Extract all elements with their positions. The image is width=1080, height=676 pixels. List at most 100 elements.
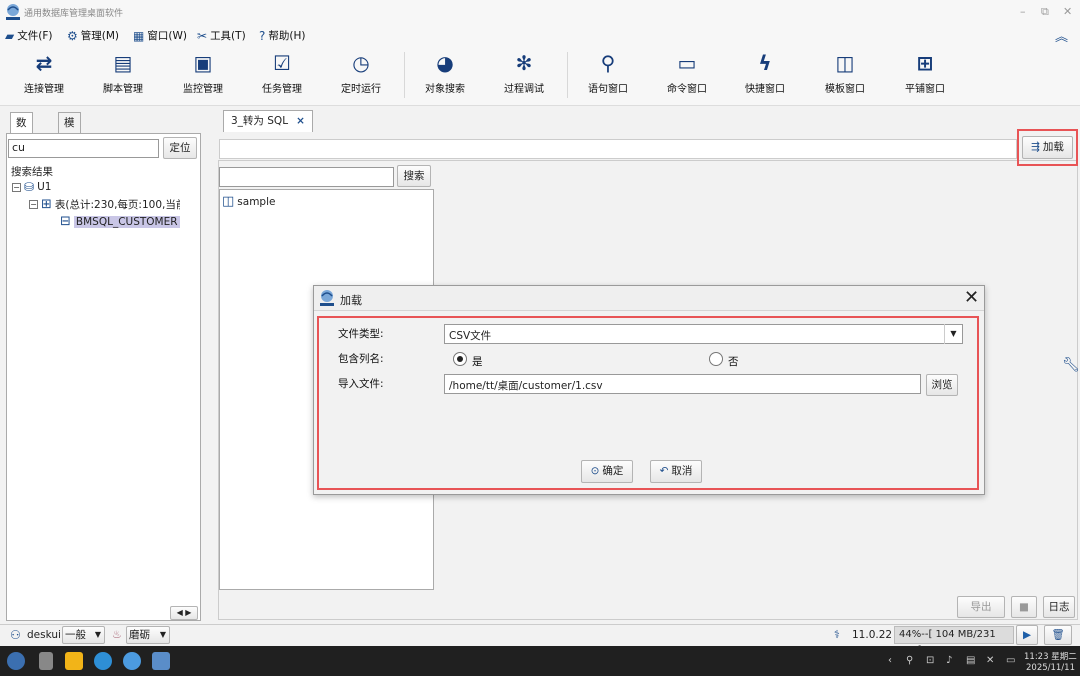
header-yes-label: 是 xyxy=(472,356,483,368)
tray-keyboard-icon[interactable]: ▤ xyxy=(966,655,975,666)
db-app-icon[interactable] xyxy=(152,652,170,670)
toolbar-command-window[interactable]: ▭ 命令窗口 xyxy=(654,50,720,102)
list-item[interactable]: ◫ sample xyxy=(222,194,275,209)
header-yes-radio[interactable] xyxy=(453,352,467,366)
minimize-button[interactable]: – xyxy=(1020,5,1026,18)
search-icon: ⚲ xyxy=(600,51,616,75)
clock-time: 11:23 星期二 xyxy=(1024,652,1077,662)
trash-icon[interactable]: 🗑︎ xyxy=(1044,625,1072,645)
assistant-icon[interactable] xyxy=(123,652,141,670)
app-logo-icon xyxy=(320,290,334,306)
undo-icon: ↶ xyxy=(659,465,669,477)
dialog-close-icon[interactable]: ✕ xyxy=(964,287,979,308)
object-search-input[interactable] xyxy=(219,167,394,187)
tree-table-label: BMSQL_CUSTOMER xyxy=(73,215,180,228)
tab-database[interactable]: 数据库 xyxy=(10,112,33,169)
header-no-label: 否 xyxy=(728,356,739,368)
tray-network-icon[interactable]: ✕ xyxy=(986,655,994,666)
lightning-icon: ϟ xyxy=(758,51,772,75)
tray-arrow-icon[interactable]: ‹ xyxy=(888,655,892,666)
multitask-icon[interactable] xyxy=(39,652,53,670)
search-button[interactable]: 搜索 xyxy=(397,165,431,187)
clock-date: 2025/11/11 xyxy=(1026,663,1075,673)
start-menu-icon[interactable] xyxy=(7,652,25,670)
ok-button[interactable]: ⊙ 确定 xyxy=(581,460,633,483)
app-logo-icon xyxy=(6,4,20,20)
user-name: deskui xyxy=(27,629,61,641)
mode-select[interactable]: 一般 ▼ xyxy=(62,626,105,644)
restore-button[interactable]: ⧉ xyxy=(1041,5,1049,19)
import-file-input[interactable]: /home/tt/桌面/customer/1.csv xyxy=(444,374,921,394)
locate-button[interactable]: 定位 xyxy=(163,137,197,159)
play-button[interactable]: ▶ xyxy=(1016,625,1038,645)
toolbar-object-search[interactable]: ◕ 对象搜索 xyxy=(412,50,478,102)
browse-button[interactable]: 浏览 xyxy=(926,374,958,396)
toolbar-script-manager[interactable]: ▤ 脚本管理 xyxy=(90,50,156,102)
scroll-arrows[interactable]: ◀ ▶ xyxy=(170,606,198,620)
menu-tools[interactable]: ✂ 工具(T) xyxy=(197,28,246,43)
dialog-title: 加载 xyxy=(340,294,362,307)
tray-screenshot-icon[interactable]: ⊡ xyxy=(926,655,934,666)
database-icon: ⛁ xyxy=(24,180,35,194)
toolbar-label: 脚本管理 xyxy=(103,84,143,95)
toolbar-procedure-debug[interactable]: ✻ 过程调试 xyxy=(491,50,557,102)
load-button[interactable]: ⇶ 加载 xyxy=(1022,136,1073,159)
ok-label: 确定 xyxy=(602,465,624,477)
file-type-select[interactable]: CSV文件 ▼ xyxy=(444,324,963,344)
table-icon: ⊟ xyxy=(60,214,71,229)
tree-node-table[interactable]: ⊟ BMSQL_CUSTOMER xyxy=(48,214,180,229)
user-icon: ⚇ xyxy=(10,628,21,642)
profile-select[interactable]: 磨砺 ▼ xyxy=(126,626,170,644)
collapse-icon[interactable]: − xyxy=(12,182,21,192)
toolbar-label: 监控管理 xyxy=(183,84,223,95)
tree-node-tables[interactable]: − ⊞ 表(总计:230,每页:100,当前页:1 xyxy=(29,197,180,212)
dialog-titlebar: 加载 ✕ xyxy=(314,286,984,311)
tab-schema[interactable]: 模式 xyxy=(58,112,81,149)
collapse-icon[interactable]: − xyxy=(29,200,38,209)
load-icon: ⇶ xyxy=(1031,141,1040,153)
toolbar-statement-window[interactable]: ⚲ 语句窗口 xyxy=(575,50,641,102)
menu-file[interactable]: ▰ 文件(F) xyxy=(5,28,52,43)
toolbar-label: 语句窗口 xyxy=(588,84,628,95)
menu-window-label: 窗口(W) xyxy=(147,30,187,42)
browser-icon[interactable] xyxy=(94,652,112,670)
main-toolbar: ⇄ 连接管理 ▤ 脚本管理 ▣ 监控管理 ☑ 任务管理 ◷ 定时运行 ◕ 对象搜索 ✻ 过程调… xyxy=(0,46,1080,106)
toolbar-task-manager[interactable]: ☑ 任务管理 xyxy=(249,50,315,102)
tray-notification-icon[interactable]: ▭ xyxy=(1006,655,1015,666)
toolbar-template-window[interactable]: ◫ 模板窗口 xyxy=(812,50,878,102)
tray-volume-icon[interactable]: ♪ xyxy=(946,655,952,666)
version-icon: ⚕ xyxy=(834,628,840,641)
tools-icon: ✂ xyxy=(197,28,208,43)
export-button: 导出 xyxy=(957,596,1005,618)
chevron-down-icon: ▼ xyxy=(159,630,166,639)
load-button-highlight: ⇶ 加载 xyxy=(1017,129,1078,166)
toolbar-monitor-manager[interactable]: ▣ 监控管理 xyxy=(170,50,236,102)
tree-node-db[interactable]: − ⛁ U1 xyxy=(12,180,51,194)
table-icon: ◫ xyxy=(222,194,235,209)
close-tab-icon[interactable]: × xyxy=(296,115,305,127)
cancel-button[interactable]: ↶ 取消 xyxy=(650,460,702,483)
menu-bar: ▰ 文件(F) ⚙ 管理(M) ▦ 窗口(W) ✂ 工具(T) ? 帮助(H) ︽ xyxy=(0,24,1080,46)
toolbar-label: 任务管理 xyxy=(262,84,302,95)
chevron-down-icon[interactable]: ▼ xyxy=(944,324,962,344)
folder-icon: ▰ xyxy=(5,28,15,43)
tray-search-icon[interactable]: ⚲ xyxy=(906,655,913,666)
wrench-icon[interactable]: 🔧︎ xyxy=(1062,357,1080,373)
file-manager-icon[interactable] xyxy=(65,652,83,670)
toolbar-connection-manager[interactable]: ⇄ 连接管理 xyxy=(11,50,77,102)
tab-convert-sql[interactable]: 3_转为 SQL × xyxy=(223,110,313,132)
search-results-label: 搜索结果 xyxy=(11,166,53,178)
tree-db-label: U1 xyxy=(37,181,52,193)
collapse-toolbar-icon[interactable]: ︽ xyxy=(1055,26,1068,45)
menu-manage[interactable]: ⚙ 管理(M) xyxy=(67,28,119,43)
toolbar-tile-window[interactable]: ⊞ 平铺窗口 xyxy=(892,50,958,102)
close-window-button[interactable]: ✕ xyxy=(1063,5,1072,18)
menu-help[interactable]: ? 帮助(H) xyxy=(259,28,305,43)
toolbar-label: 定时运行 xyxy=(341,84,381,95)
menu-window[interactable]: ▦ 窗口(W) xyxy=(133,28,187,43)
log-button[interactable]: 日志 xyxy=(1043,596,1075,618)
toolbar-scheduled-run[interactable]: ◷ 定时运行 xyxy=(328,50,394,102)
header-no-radio[interactable] xyxy=(709,352,723,366)
toolbar-quick-window[interactable]: ϟ 快捷窗口 xyxy=(732,50,798,102)
left-search-input[interactable]: cu xyxy=(8,139,159,158)
